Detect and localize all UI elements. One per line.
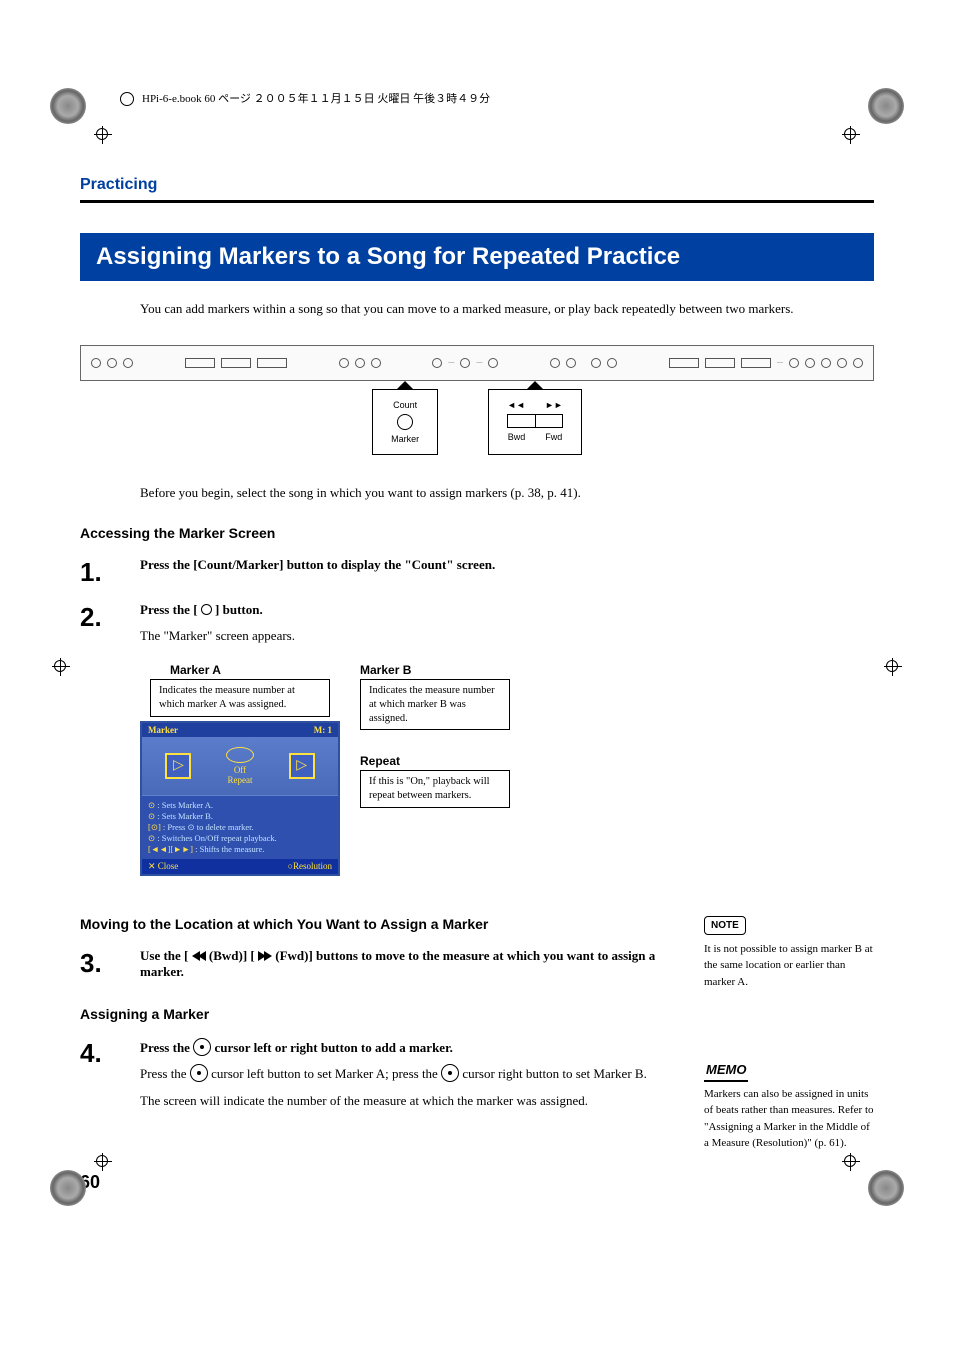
lcd-resolution: ○Resolution xyxy=(288,861,332,872)
crop-mark-icon xyxy=(884,658,902,676)
step-number: 4. xyxy=(80,1038,140,1069)
step-2: 2. Press the [ ] button. The "Marker" sc… xyxy=(80,602,874,646)
step-3: 3. Use the [ (Bwd)] [ (Fwd)] buttons to … xyxy=(80,948,696,980)
corner-decoration-icon xyxy=(50,88,86,124)
repeat-desc: If this is "On," playback will repeat be… xyxy=(360,770,510,807)
intro-text: You can add markers within a song so tha… xyxy=(140,299,874,319)
knob-icon xyxy=(397,414,413,430)
callout-label: Bwd xyxy=(508,432,526,442)
step-text: cursor left or right button to add a mar… xyxy=(211,1040,453,1055)
callout-label: Marker xyxy=(391,434,419,444)
crop-mark-icon xyxy=(842,1153,860,1171)
step-text: cursor left button to set Marker A; pres… xyxy=(208,1066,441,1081)
marker-a-desc: Indicates the measure number at which ma… xyxy=(150,679,330,716)
step-text: Use the [ xyxy=(140,948,188,963)
crop-mark-icon xyxy=(52,658,70,676)
book-header: HPi-6-e.book 60 ページ ２００５年１１月１５日 火曜日 午後３時… xyxy=(120,90,874,106)
subheading: Assigning a Marker xyxy=(80,1006,696,1022)
corner-decoration-icon xyxy=(868,88,904,124)
marker-b-desc: Indicates the measure number at which ma… xyxy=(360,679,510,730)
callout-label: Fwd xyxy=(545,432,562,442)
step-instruction: Press the [Count/Marker] button to displ… xyxy=(140,557,495,572)
lcd-hint: : Press ⊙ to delete marker. xyxy=(163,822,254,832)
lcd-hint: : Sets Marker B. xyxy=(157,811,213,821)
repeat-title: Repeat xyxy=(360,754,510,768)
rewind-icon: ◄◄ xyxy=(507,400,525,410)
step-result: The "Marker" screen appears. xyxy=(140,626,874,646)
circle-button-icon xyxy=(201,604,212,615)
step-text: ] button. xyxy=(215,602,263,617)
cursor-icon xyxy=(441,1064,459,1082)
step-number: 1. xyxy=(80,557,140,588)
panel-diagram: —— — Count Marker ◄◄►► BwdFwd xyxy=(80,345,874,455)
subheading: Accessing the Marker Screen xyxy=(80,525,874,541)
cursor-icon xyxy=(193,1038,211,1056)
step-text: (Bwd)] [ xyxy=(206,948,255,963)
lcd-screenshot: MarkerM: 1 ▷ OffRepeat ▷ ⊙ : Sets Marker… xyxy=(140,721,340,876)
divider xyxy=(80,200,874,203)
step-text: Press the xyxy=(140,1066,190,1081)
header-text: HPi-6-e.book 60 ページ ２００５年１１月１５日 火曜日 午後３時… xyxy=(142,93,490,105)
marker-a-title: Marker A xyxy=(170,663,340,677)
play-a-icon: ▷ xyxy=(165,753,191,779)
corner-decoration-icon xyxy=(50,1170,86,1206)
callout-bwd-fwd: ◄◄ ►► Bwd Fwd xyxy=(488,389,582,455)
marker-b-title: Marker B xyxy=(360,663,510,677)
prerequisite-text: Before you begin, select the song in whi… xyxy=(140,485,874,501)
step-text: Press the xyxy=(140,1040,193,1055)
page-number: 60 xyxy=(80,1172,874,1193)
memo-text: Markers can also be assigned in units of… xyxy=(704,1086,874,1152)
step-1: 1. Press the [Count/Marker] button to di… xyxy=(80,557,874,588)
bwd-icon xyxy=(192,948,206,963)
lcd-measure: M: 1 xyxy=(314,725,332,735)
step-number: 3. xyxy=(80,948,140,979)
crop-mark-icon xyxy=(842,126,860,144)
step-text: The screen will indicate the number of t… xyxy=(140,1091,696,1111)
fastforward-icon: ►► xyxy=(545,400,563,410)
play-b-icon: ▷ xyxy=(289,753,315,779)
page-title-banner: Assigning Markers to a Song for Repeated… xyxy=(80,233,874,281)
crop-mark-icon xyxy=(94,126,112,144)
step-number: 2. xyxy=(80,602,140,633)
lcd-off: Off xyxy=(226,765,254,775)
lcd-hint: : Switches On/Off repeat playback. xyxy=(157,833,277,843)
subheading: Moving to the Location at which You Want… xyxy=(80,916,696,932)
callout-label: Count xyxy=(391,400,419,410)
lcd-hint: : Sets Marker A. xyxy=(157,800,213,810)
step-text: Press the [ xyxy=(140,602,198,617)
memo-badge: MEMO xyxy=(704,1060,748,1082)
cursor-icon xyxy=(190,1064,208,1082)
corner-decoration-icon xyxy=(868,1170,904,1206)
lcd-close: ✕ Close xyxy=(148,861,178,872)
step-4: 4. Press the cursor left or right button… xyxy=(80,1038,696,1111)
note-text: It is not possible to assign marker B at… xyxy=(704,941,874,991)
crop-mark-icon xyxy=(94,1153,112,1171)
lcd-hint: : Shifts the measure. xyxy=(195,844,264,854)
note-badge: NOTE xyxy=(704,916,746,935)
lcd-repeat: Repeat xyxy=(226,775,254,785)
section-title: Practicing xyxy=(80,176,874,194)
fwd-icon xyxy=(258,948,272,963)
step-text: cursor right button to set Marker B. xyxy=(459,1066,647,1081)
lcd-title: Marker xyxy=(148,725,178,735)
callout-count-marker: Count Marker xyxy=(372,389,438,455)
